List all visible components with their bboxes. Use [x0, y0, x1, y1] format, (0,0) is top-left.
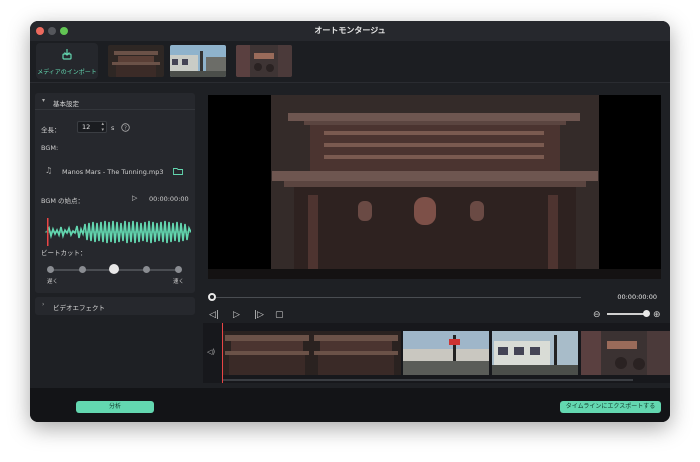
street-thumbnail-image: [236, 45, 292, 77]
analyze-button[interactable]: 分析: [76, 401, 154, 413]
step-back-icon[interactable]: ◁|: [209, 310, 219, 320]
media-thumbnail-street[interactable]: [236, 45, 292, 77]
step-forward-icon[interactable]: |▷: [254, 310, 264, 320]
stop-button[interactable]: ▢: [275, 310, 284, 320]
beat-cut-slider-knob[interactable]: [109, 264, 119, 274]
settings-panel: ▾ 基本設定 全長： 12 ▴ ▾ s ? BGM: ♫ Manos Mars -…: [30, 83, 200, 388]
window-title: オートモンタージュ: [314, 26, 386, 35]
preview-timecode: 00:00:00:00: [617, 293, 657, 301]
timeline[interactable]: ◁): [203, 323, 670, 383]
temple-thumbnail-image: [108, 45, 164, 77]
svg-text:?: ?: [124, 126, 127, 132]
crossing-clip-image: [403, 331, 489, 375]
chevron-down-icon: ▾: [42, 97, 46, 104]
fast-label: 速く: [173, 279, 185, 285]
video-preview: [208, 95, 661, 279]
timeline-clip-temple[interactable]: [223, 331, 401, 375]
title-bar: オートモンタージュ: [30, 21, 670, 41]
stepper-arrows-icon: ▴ ▾: [101, 121, 104, 133]
basic-settings-section: ▾ 基本設定 全長： 12 ▴ ▾ s ? BGM: ♫ Manos Mars -…: [35, 93, 195, 293]
street-clip-image: [581, 331, 670, 375]
volume-icon[interactable]: ◁): [207, 348, 215, 356]
beat-cut-tick[interactable]: [143, 266, 150, 273]
timeline-playhead[interactable]: [222, 323, 223, 383]
media-thumbnail-temple[interactable]: [108, 45, 164, 77]
length-stepper[interactable]: 12 ▴ ▾: [77, 121, 107, 133]
basic-settings-header[interactable]: ▾ 基本設定: [35, 93, 195, 110]
zoom-slider-track[interactable]: [607, 313, 647, 315]
folder-icon[interactable]: [173, 167, 183, 175]
timeline-clip-train[interactable]: [492, 331, 578, 375]
video-effect-title: ビデオエフェクト: [53, 304, 105, 312]
media-toolbar: メディアのインポート: [30, 41, 670, 83]
preview-progress-knob[interactable]: [208, 293, 216, 301]
bgm-label: BGM:: [41, 144, 59, 152]
import-media-label: メディアのインポート: [37, 69, 97, 76]
bgm-waveform[interactable]: [45, 218, 191, 246]
train-clip-image: [492, 331, 578, 375]
timeline-clip-street[interactable]: [581, 331, 670, 375]
beat-cut-tick[interactable]: [47, 266, 54, 273]
bgm-file-name: Manos Mars - The Tunning.mp3: [62, 168, 164, 176]
bottom-bar: 分析 タイムラインにエクスポートする: [30, 388, 670, 422]
slow-label: 遅く: [47, 279, 59, 285]
zoom-out-icon[interactable]: ⊖: [593, 310, 601, 320]
zoom-in-icon[interactable]: ⊕: [653, 310, 661, 320]
import-icon: [62, 49, 72, 60]
station-thumbnail-image: [170, 45, 226, 77]
beat-cut-tick[interactable]: [79, 266, 86, 273]
length-unit: s: [111, 124, 115, 132]
auto-montage-window: オートモンタージュ メディアのインポート ▾ 基本設定 全長： 12 ▴ ▾ s…: [30, 21, 670, 422]
help-icon[interactable]: ?: [121, 123, 130, 132]
chevron-right-icon: ›: [42, 301, 45, 308]
length-value: 12: [82, 123, 91, 131]
temple-clip-image: [223, 331, 401, 375]
length-label: 全長：: [41, 126, 61, 134]
video-effect-section[interactable]: › ビデオエフェクト: [35, 297, 195, 315]
play-button[interactable]: ▷: [233, 310, 240, 320]
basic-settings-title: 基本設定: [53, 100, 79, 108]
timeline-clip-crossing[interactable]: [403, 331, 489, 375]
preview-progress-bar[interactable]: [211, 297, 581, 298]
zoom-slider-knob[interactable]: [643, 310, 650, 317]
beat-cut-label: ビートカット：: [41, 249, 87, 257]
import-media-button[interactable]: メディアのインポート: [36, 43, 98, 79]
bgm-start-label: BGM の始点：: [41, 197, 85, 205]
media-thumbnail-station[interactable]: [170, 45, 226, 77]
timeline-scrollbar[interactable]: [223, 379, 633, 381]
bgm-start-time: 00:00:00:00: [149, 195, 189, 203]
play-icon[interactable]: ▷: [132, 194, 137, 202]
beat-cut-tick[interactable]: [175, 266, 182, 273]
export-to-timeline-button[interactable]: タイムラインにエクスポートする: [560, 401, 661, 413]
music-note-icon: ♫: [45, 166, 53, 175]
temple-preview-image: [208, 95, 661, 279]
